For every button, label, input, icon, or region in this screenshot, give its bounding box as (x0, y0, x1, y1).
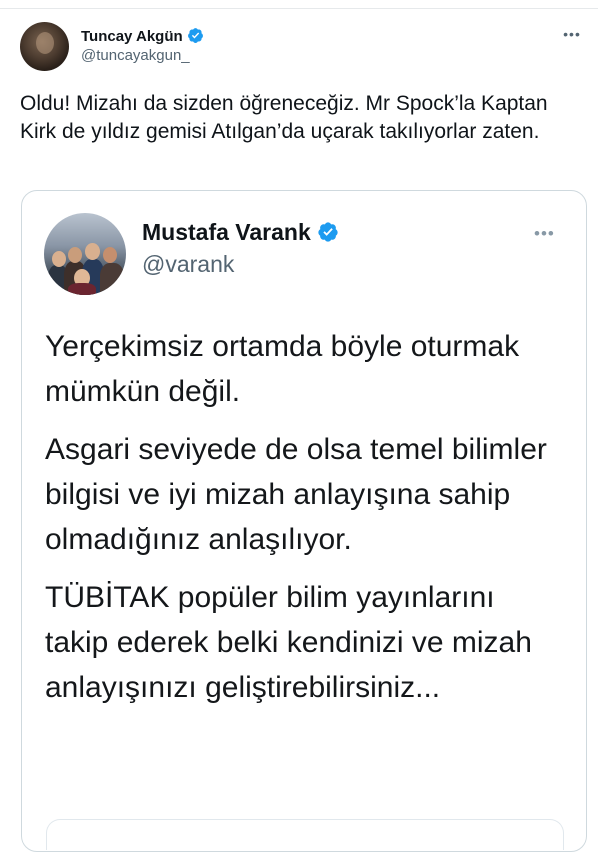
quoted-paragraph: Asgari seviyede de olsa temel bilimler b… (45, 433, 547, 556)
author-avatar[interactable] (20, 22, 69, 71)
quoted-author-name[interactable]: Mustafa Varank (142, 219, 311, 245)
quoted-tweet-text: Yerçekimsiz ortamda böyle oturmak mümkün… (45, 324, 565, 723)
quoted-tweet-card[interactable]: Mustafa Varank @varank ••• Yerçekimsiz o… (21, 190, 587, 852)
embedded-card-border (46, 819, 564, 850)
more-horizontal-icon[interactable]: ••• (534, 225, 555, 242)
author-name-row[interactable]: Tuncay Akgün (81, 27, 204, 46)
quoted-author-avatar[interactable] (44, 213, 126, 295)
quoted-verified-badge-icon (318, 222, 338, 242)
quoted-paragraph: Yerçekimsiz ortamda böyle oturmak mümkün… (45, 330, 520, 408)
author-name[interactable]: Tuncay Akgün (81, 28, 183, 45)
verified-badge-icon (187, 28, 203, 43)
more-horizontal-icon[interactable]: ••• (560, 26, 584, 42)
quoted-embedded-card-edge (22, 819, 586, 851)
tweet-text: Oldu! Mizahı da sizden öğreneceğiz. Mr S… (20, 92, 548, 143)
author-handle[interactable]: @tuncayakgun_ (81, 47, 190, 65)
quoted-paragraph: TÜBİTAK popüler bilim yayınlarını takip … (45, 581, 532, 704)
quoted-author-handle[interactable]: @varank (142, 250, 234, 278)
quoted-author-name-row[interactable]: Mustafa Varank (142, 218, 339, 246)
top-divider (0, 8, 598, 9)
